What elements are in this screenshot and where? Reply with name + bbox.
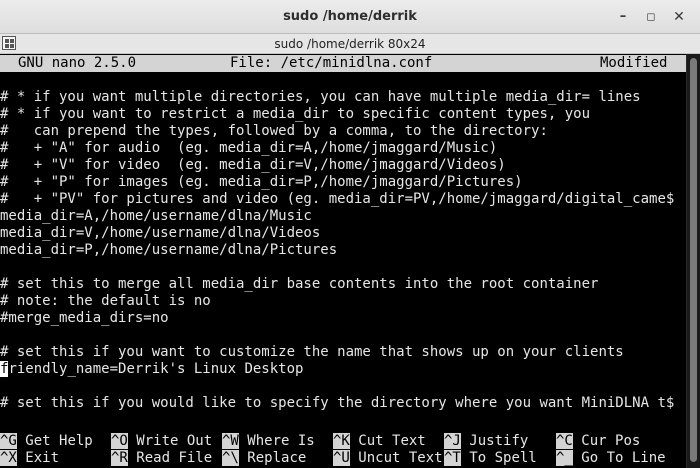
shortcut-read-file[interactable]: ^R Read File xyxy=(111,450,212,467)
shortcut-write-out[interactable]: ^O Write Out xyxy=(111,433,212,450)
shortcut-cur-pos[interactable]: ^C Cur Pos xyxy=(556,433,640,450)
terminal-title: sudo /home/derrik 80x24 xyxy=(274,37,426,51)
terminal-tab-bar: sudo /home/derrik 80x24 xyxy=(0,34,700,54)
maximize-icon[interactable]: ◻ xyxy=(642,8,660,26)
editor-line-2[interactable]: # * if you want to restrict a media_dir … xyxy=(0,106,590,123)
shortcut-justify[interactable]: ^J Justify xyxy=(444,433,528,450)
terminal-text-area[interactable]: GNU nano 2.5.0 File: /etc/minidlna.conf … xyxy=(0,54,686,468)
shortcut-cut-text[interactable]: ^K Cut Text xyxy=(333,433,426,450)
shortcut-get-help[interactable]: ^G Get Help xyxy=(0,433,93,450)
editor-line-7[interactable]: # + "PV" for pictures and video (eg. med… xyxy=(0,191,674,208)
editor-line-1[interactable]: # * if you want multiple directories, yo… xyxy=(0,89,641,106)
shortcut-go-to-line[interactable]: ^_ Go To Line xyxy=(556,450,666,467)
shortcut-exit[interactable]: ^X Exit xyxy=(0,450,59,467)
minimize-icon[interactable]: – xyxy=(614,8,632,26)
nano-filename: File: /etc/minidlna.conf xyxy=(230,55,433,71)
editor-line-8[interactable]: media_dir=A,/home/username/dlna/Music xyxy=(0,208,312,225)
nano-modified-status: Modified xyxy=(600,55,668,71)
editor-line-19[interactable]: # set this if you would like to specify … xyxy=(0,395,674,412)
editor-line-cursor[interactable]: friendly_name=Derrik's Linux Desktop xyxy=(0,361,303,378)
editor-line-5[interactable]: # + "V" for video (eg. media_dir=V,/home… xyxy=(0,157,506,174)
terminal-window: sudo /home/derrik – ◻ ✕ sudo /home/derri… xyxy=(0,0,700,468)
editor-line-14[interactable]: #merge_media_dirs=no xyxy=(0,310,169,327)
nano-header-bar: GNU nano 2.5.0 File: /etc/minidlna.conf … xyxy=(0,55,686,72)
nano-version: GNU nano 2.5.0 xyxy=(18,55,137,71)
shortcut-uncut-text[interactable]: ^U Uncut Text xyxy=(333,450,443,467)
editor-line-10[interactable]: media_dir=P,/home/username/dlna/Pictures xyxy=(0,242,337,259)
editor-line-3[interactable]: # can prepend the types, followed by a c… xyxy=(0,123,548,140)
shortcut-to-spell[interactable]: ^T To Spell xyxy=(444,450,537,467)
editor-line-16[interactable]: # set this if you want to customize the … xyxy=(0,344,624,361)
shortcut-replace[interactable]: ^\ Replace xyxy=(222,450,306,467)
scrollbar-thumb[interactable] xyxy=(690,58,697,462)
editor-line-12[interactable]: # set this to merge all media_dir base c… xyxy=(0,276,598,293)
terminal-scrollbar[interactable] xyxy=(686,54,700,468)
friendly-name-line: riendly_name=Derrik's Linux Desktop xyxy=(8,361,304,377)
close-icon[interactable]: ✕ xyxy=(670,8,688,26)
window-title: sudo /home/derrik xyxy=(283,9,417,24)
editor-line-13[interactable]: # note: the default is no xyxy=(0,293,211,310)
editor-line-9[interactable]: media_dir=V,/home/username/dlna/Videos xyxy=(0,225,320,242)
editor-line-6[interactable]: # + "P" for images (eg. media_dir=P,/hom… xyxy=(0,174,523,191)
window-titlebar[interactable]: sudo /home/derrik – ◻ ✕ xyxy=(0,0,700,34)
editor-line-4[interactable]: # + "A" for audio (eg. media_dir=A,/home… xyxy=(0,140,497,157)
shortcut-where-is[interactable]: ^W Where Is xyxy=(222,433,315,450)
